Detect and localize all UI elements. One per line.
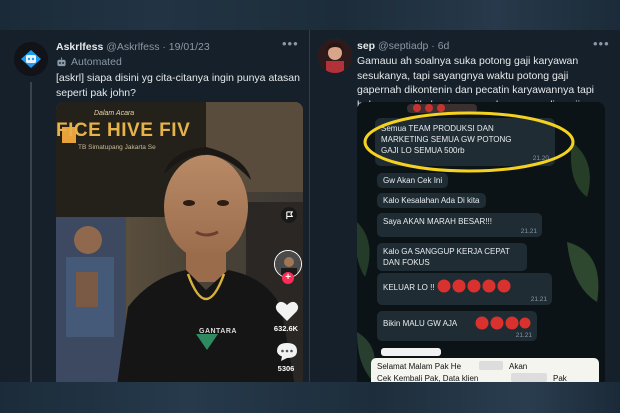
incoming-message-line1: Selamat Malam Pak He bbox=[377, 362, 462, 371]
tweet-date[interactable]: 19/01/23 bbox=[169, 41, 210, 53]
angry-face-icon bbox=[437, 279, 515, 293]
chat-message-6-text: Bikin MALU GW AJA bbox=[383, 319, 458, 328]
redaction-blur bbox=[511, 373, 547, 382]
chat-message-5-time: 21.21 bbox=[530, 296, 547, 303]
right-tweet[interactable]: sep @septiadp · 6d ••• Gamauu ah soalnya… bbox=[310, 30, 620, 382]
like-count: 632.6K bbox=[273, 324, 299, 333]
plus-icon[interactable]: + bbox=[282, 272, 294, 284]
flag-icon[interactable] bbox=[281, 207, 297, 223]
incoming-message-line2-end: Pak bbox=[553, 374, 567, 382]
display-name[interactable]: sep bbox=[357, 40, 375, 52]
chat-message-3[interactable]: Saya AKAN MARAH BESAR!!! 21.21 bbox=[377, 213, 542, 237]
banner-subtitle: TB Simatupang Jakarta Se bbox=[78, 144, 156, 151]
incoming-message[interactable]: Selamat Malam Pak He Akan Cek Kembali Pa… bbox=[371, 358, 599, 382]
chat-message-5-text: KELUAR LO !! bbox=[383, 283, 435, 292]
left-tweet[interactable]: Askrlfess @Askrlfess · 19/01/23 ••• Auto… bbox=[0, 30, 309, 382]
incoming-message-line1-end: Akan bbox=[509, 362, 528, 371]
banner-title: FICE HIVE FIV bbox=[56, 120, 191, 141]
tiktok-video[interactable]: Dalam Acara FICE HIVE FIV TB Simatupang … bbox=[56, 102, 303, 382]
tweet-text: [askrl] siapa disini yg cita-citanya ing… bbox=[56, 72, 300, 99]
bottom-blurred-band bbox=[0, 382, 620, 413]
chat-message-3-time: 21.21 bbox=[520, 228, 537, 235]
chat-screenshot[interactable]: Semua TEAM PRODUKSI DAN MARKETING SEMUA … bbox=[357, 102, 605, 382]
chat-message-2-text: Kalo Kesalahan Ada Di kita bbox=[383, 196, 480, 205]
askrlfess-avatar[interactable] bbox=[14, 42, 48, 76]
more-icon[interactable]: ••• bbox=[282, 36, 299, 51]
thread-line bbox=[30, 82, 32, 382]
chat-message-2[interactable]: Kalo Kesalahan Ada Di kita bbox=[377, 193, 486, 208]
redaction-blur bbox=[479, 361, 503, 370]
handle[interactable]: @septiadp bbox=[378, 40, 428, 52]
handle[interactable]: @Askrlfess bbox=[106, 41, 159, 53]
yellow-highlight-ring bbox=[363, 111, 575, 173]
chat-message-1[interactable]: Gw Akan Cek Ini bbox=[377, 173, 449, 188]
redaction-bar bbox=[381, 348, 441, 356]
chat-message-1-text: Gw Akan Cek Ini bbox=[383, 176, 443, 185]
comment-count: 5306 bbox=[277, 364, 295, 373]
incoming-message-line2: Cek Kembali Pak, Data klien bbox=[377, 374, 479, 382]
chat-message-3-text: Saya AKAN MARAH BESAR!!! bbox=[383, 217, 492, 226]
chat-message-6-time: 21.21 bbox=[515, 332, 532, 339]
chat-message-5[interactable]: KELUAR LO !! 21.21 bbox=[377, 273, 552, 305]
automated-label: Automated bbox=[71, 56, 122, 68]
top-blurred-band bbox=[0, 0, 620, 30]
more-icon[interactable]: ••• bbox=[593, 36, 610, 51]
tweet-age[interactable]: 6d bbox=[438, 40, 450, 52]
sep-avatar[interactable] bbox=[318, 39, 352, 73]
banner-small-text: Dalam Acara bbox=[94, 110, 135, 117]
robot-icon bbox=[57, 56, 66, 66]
shirt-print: GANTARA bbox=[199, 328, 237, 335]
chat-message-4-text: Kalo GA SANGGUP KERJA CEPAT DAN FOKUS bbox=[383, 247, 510, 267]
chat-message-4[interactable]: Kalo GA SANGGUP KERJA CEPAT DAN FOKUS bbox=[377, 243, 527, 271]
chat-message-6[interactable]: Bikin MALU GW AJA 21.21 bbox=[377, 311, 537, 341]
display-name[interactable]: Askrlfess bbox=[56, 41, 103, 53]
heart-icon[interactable] bbox=[275, 300, 299, 327]
